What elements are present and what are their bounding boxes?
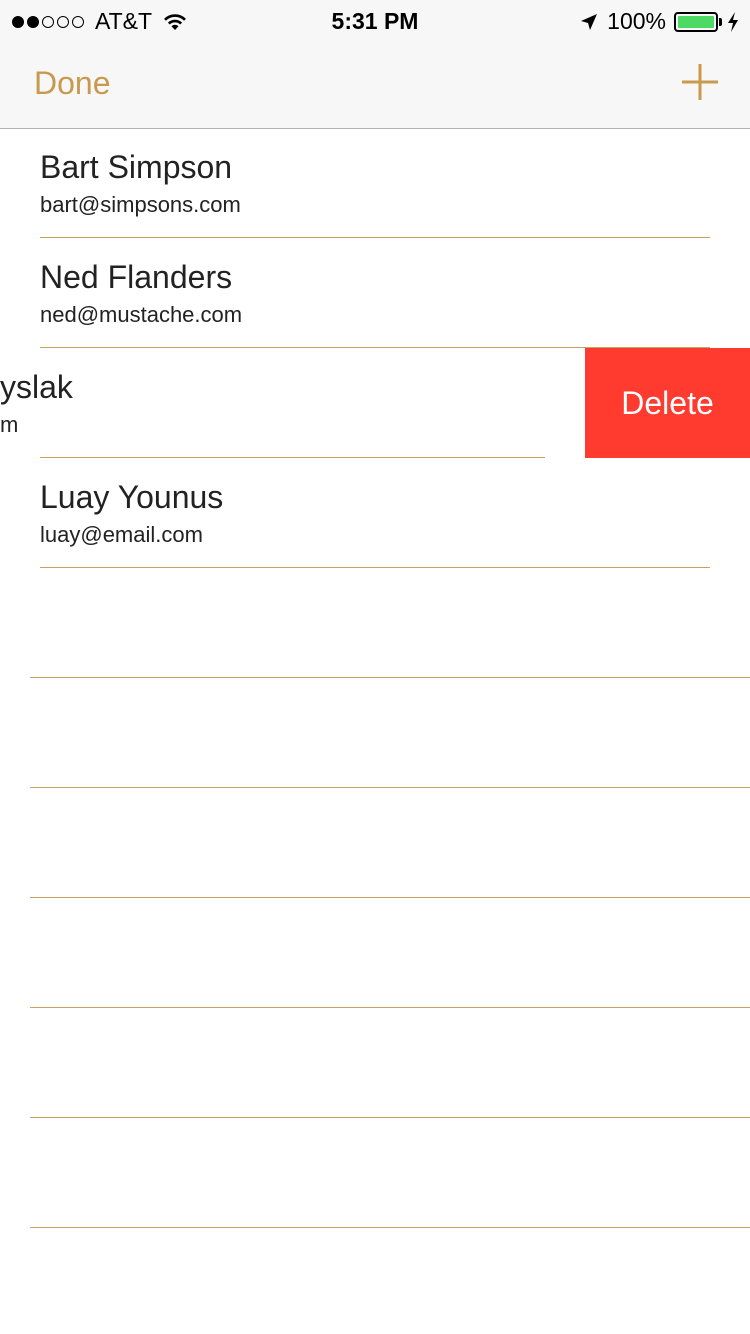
empty-row-separator <box>30 677 750 678</box>
row-separator <box>40 567 710 568</box>
contact-name: Bart Simpson <box>40 149 233 185</box>
contact-name: Ned Flanders <box>40 259 233 295</box>
add-contact-button[interactable] <box>678 60 722 104</box>
battery-cap <box>719 17 722 26</box>
empty-row-separator <box>30 787 750 788</box>
contact-row[interactable]: Bart Simpson bart@simpsons.com <box>0 129 750 239</box>
contact-email: bart@simpsons.com <box>40 192 241 217</box>
charging-bolt-icon <box>728 11 738 32</box>
status-right: 100% <box>579 8 740 35</box>
empty-row-separator <box>30 897 750 898</box>
contact-email: m <box>0 412 19 437</box>
row-separator <box>40 237 710 238</box>
status-bar: AT&T 5:31 PM 100% <box>0 0 750 40</box>
row-separator <box>40 457 545 458</box>
contact-name: yslak <box>0 369 73 405</box>
location-arrow-icon <box>581 13 598 30</box>
battery-percent: 100% <box>607 8 666 34</box>
navigation-bar: Done <box>0 40 750 129</box>
contacts-screen: AT&T 5:31 PM 100% Done Bart Simpson bart… <box>0 0 750 1334</box>
contact-row[interactable]: Ned Flanders ned@mustache.com <box>0 239 750 349</box>
delete-button[interactable]: Delete <box>585 348 750 458</box>
contact-row[interactable]: Luay Younus luay@email.com <box>0 459 750 569</box>
contact-email: ned@mustache.com <box>40 302 243 327</box>
empty-row-separator <box>30 1117 750 1118</box>
empty-row-separator <box>30 1227 750 1228</box>
done-button[interactable]: Done <box>34 65 111 102</box>
contact-name: Luay Younus <box>40 479 224 515</box>
contact-email: luay@email.com <box>40 522 203 547</box>
empty-row-separator <box>30 1007 750 1008</box>
plus-icon <box>682 64 718 100</box>
battery-level <box>678 15 714 28</box>
battery-icon <box>674 11 718 32</box>
